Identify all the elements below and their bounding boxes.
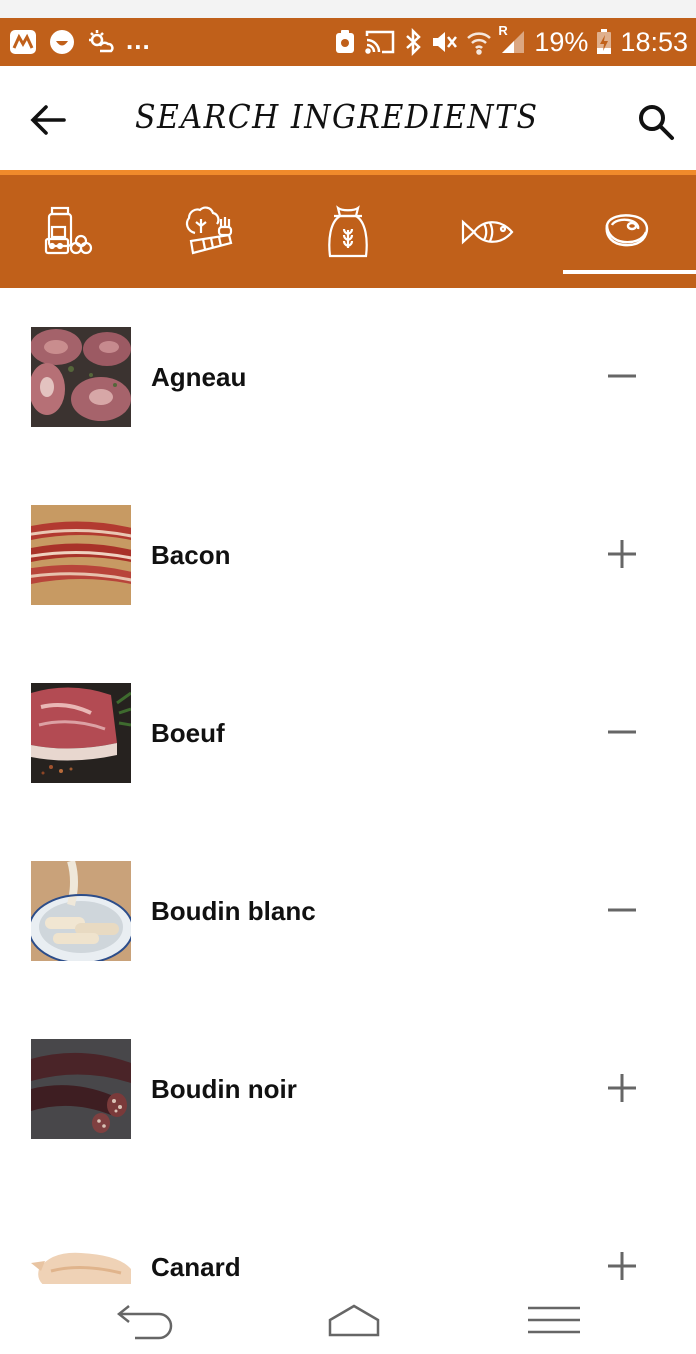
selected-tab-indicator	[563, 270, 696, 274]
status-time: 18:53	[620, 26, 688, 57]
recents-nav-icon	[528, 1306, 580, 1334]
search-button[interactable]	[636, 102, 676, 142]
ingredient-name: Agneau	[151, 362, 247, 392]
top-strip	[0, 0, 696, 18]
signal-icon: R	[498, 23, 526, 55]
vegetables-icon	[185, 206, 232, 254]
add-ingredient-button[interactable]	[596, 528, 648, 580]
arrow-left-icon	[30, 105, 66, 135]
ingredient-name: Boudin noir	[151, 1074, 297, 1104]
minus-icon	[608, 730, 636, 734]
page-title: SEARCH INGREDIENTS	[135, 98, 539, 137]
fish-icon	[461, 219, 513, 244]
list-item[interactable]: Boeuf	[0, 644, 696, 822]
add-ingredient-button[interactable]	[596, 1062, 648, 1114]
tab-fish[interactable]	[417, 175, 556, 288]
grain-sack-icon	[327, 204, 368, 257]
tab-pantry[interactable]	[0, 175, 139, 288]
add-ingredient-button[interactable]	[596, 1240, 648, 1284]
ingredient-name: Canard	[151, 1252, 241, 1282]
list-item[interactable]: Agneau	[0, 288, 696, 466]
screenshot-icon	[334, 29, 356, 55]
beef-photo	[31, 683, 131, 783]
roaming-indicator: R	[498, 23, 508, 38]
ingredient-name: Bacon	[151, 540, 231, 570]
plus-icon	[608, 1252, 636, 1280]
system-recents-button[interactable]	[514, 1292, 594, 1348]
weather-icon	[86, 27, 116, 57]
ingredient-name: Boeuf	[151, 718, 225, 748]
smiley-icon	[48, 28, 76, 56]
app-bar: SEARCH INGREDIENTS	[0, 66, 696, 170]
remove-ingredient-button[interactable]	[596, 884, 648, 936]
duck-photo	[31, 1217, 131, 1284]
minus-icon	[608, 908, 636, 912]
boudin-noir-photo	[31, 1039, 131, 1139]
meat-icon	[605, 213, 648, 246]
plus-icon	[608, 1074, 636, 1102]
system-back-button[interactable]	[106, 1292, 186, 1348]
battery-charging-icon	[596, 29, 612, 55]
minus-icon	[608, 374, 636, 378]
app-logo-icon	[8, 27, 38, 57]
list-item[interactable]: Boudin noir	[0, 1000, 696, 1178]
list-item[interactable]: Bacon	[0, 466, 696, 644]
tab-vegetables[interactable]	[139, 175, 278, 288]
system-home-button[interactable]	[314, 1292, 394, 1348]
search-icon	[639, 105, 674, 140]
back-nav-icon	[116, 1305, 173, 1340]
ingredient-name: Boudin blanc	[151, 896, 316, 926]
mute-icon	[430, 28, 458, 56]
list-item[interactable]: Canard	[0, 1178, 696, 1284]
tab-grains[interactable]	[278, 175, 417, 288]
wifi-icon	[466, 29, 492, 55]
lamb-photo	[31, 327, 131, 427]
system-nav-bar	[0, 1284, 696, 1354]
home-nav-icon	[328, 1304, 380, 1337]
bluetooth-icon	[404, 28, 422, 56]
ingredient-list: Agneau Bacon Boeuf Boudin blanc Boudin n…	[0, 288, 696, 1284]
plus-icon	[608, 540, 636, 568]
cast-icon	[364, 28, 396, 56]
back-button[interactable]	[28, 100, 68, 140]
remove-ingredient-button[interactable]	[596, 706, 648, 758]
battery-percent: 19%	[534, 26, 589, 57]
status-bar: ... R 19% 18:53	[0, 18, 696, 66]
category-tabs	[0, 170, 696, 288]
bacon-photo	[31, 505, 131, 605]
pantry-icon	[44, 206, 92, 254]
overflow-notifications: ...	[126, 24, 151, 55]
remove-ingredient-button[interactable]	[596, 350, 648, 402]
list-item[interactable]: Boudin blanc	[0, 822, 696, 1000]
boudin-blanc-photo	[31, 861, 131, 961]
